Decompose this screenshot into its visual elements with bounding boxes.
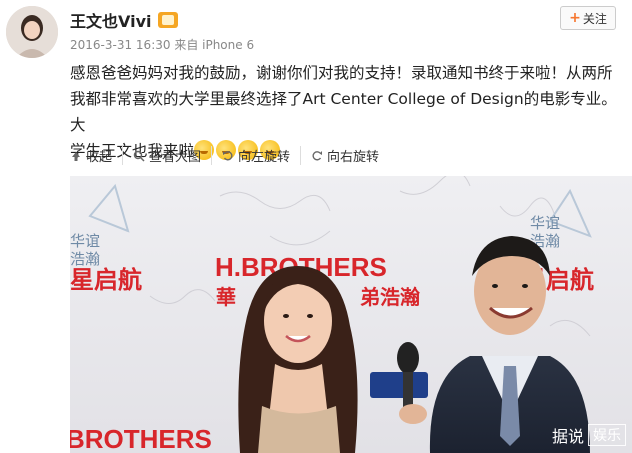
collapse-label: 收起 — [86, 150, 113, 165]
username-text[interactable]: 王文也Vivi — [70, 8, 152, 32]
follow-label: 关注 — [582, 11, 607, 26]
avatar-portrait-icon — [6, 6, 58, 58]
post-line-1: 感恩爸爸妈妈对我的鼓励，谢谢你们对我的支持！录取通知书终于来啦！从两所 — [70, 64, 613, 82]
verified-badge-icon — [157, 12, 178, 28]
backdrop-brand-cn2: 弟浩瀚 — [360, 285, 421, 309]
backdrop-left-cn: 星启航 — [70, 266, 142, 294]
post-photo[interactable]: 华谊 浩瀚 星启航 华谊 浩瀚 星启航 H.BROTHERS 華 弟浩瀚 BRO… — [70, 176, 632, 453]
rotate-right-button[interactable]: 向右旋转 — [300, 146, 389, 165]
backdrop-brand-cn: 華 — [216, 285, 236, 309]
magnifier-icon — [133, 150, 145, 162]
rotate-left-label: 向左旋转 — [238, 150, 291, 165]
watermark: 据说 娱乐 — [552, 423, 626, 447]
view-large-label: 查看大图 — [149, 150, 202, 165]
rotate-right-label: 向右旋转 — [327, 150, 380, 165]
post-line-2: 我都非常喜欢的大学里最终选择了Art Center College of Des… — [70, 90, 617, 134]
woman-figure — [238, 266, 358, 453]
backdrop-top-right-cn1: 华谊 — [530, 214, 560, 232]
rotate-left-button[interactable]: 向左旋转 — [211, 146, 300, 165]
image-toolbar: 收起 查看大图 向左旋转 向右旋转 — [70, 146, 389, 165]
username[interactable]: 王文也Vivi — [70, 8, 178, 32]
view-large-button[interactable]: 查看大图 — [122, 146, 211, 165]
plus-icon: + — [569, 10, 581, 26]
post-meta: 2016-3-31 16:30 来自 iPhone 6 — [70, 38, 255, 52]
photo-scene: 华谊 浩瀚 星启航 华谊 浩瀚 星启航 H.BROTHERS 華 弟浩瀚 BRO… — [70, 176, 632, 453]
rotate-left-icon — [223, 150, 233, 160]
collapse-button[interactable]: 收起 — [70, 146, 122, 165]
collapse-up-icon — [72, 151, 80, 161]
watermark-tag: 娱乐 — [588, 424, 626, 446]
avatar[interactable] — [6, 6, 58, 58]
rotate-right-icon — [312, 150, 323, 160]
watermark-brand: 据说 — [551, 427, 584, 446]
backdrop-top-left-cn1: 华谊 — [70, 232, 100, 250]
backdrop-bottom-brand: BROTHERS — [70, 424, 212, 453]
follow-button[interactable]: + 关注 — [560, 6, 616, 30]
